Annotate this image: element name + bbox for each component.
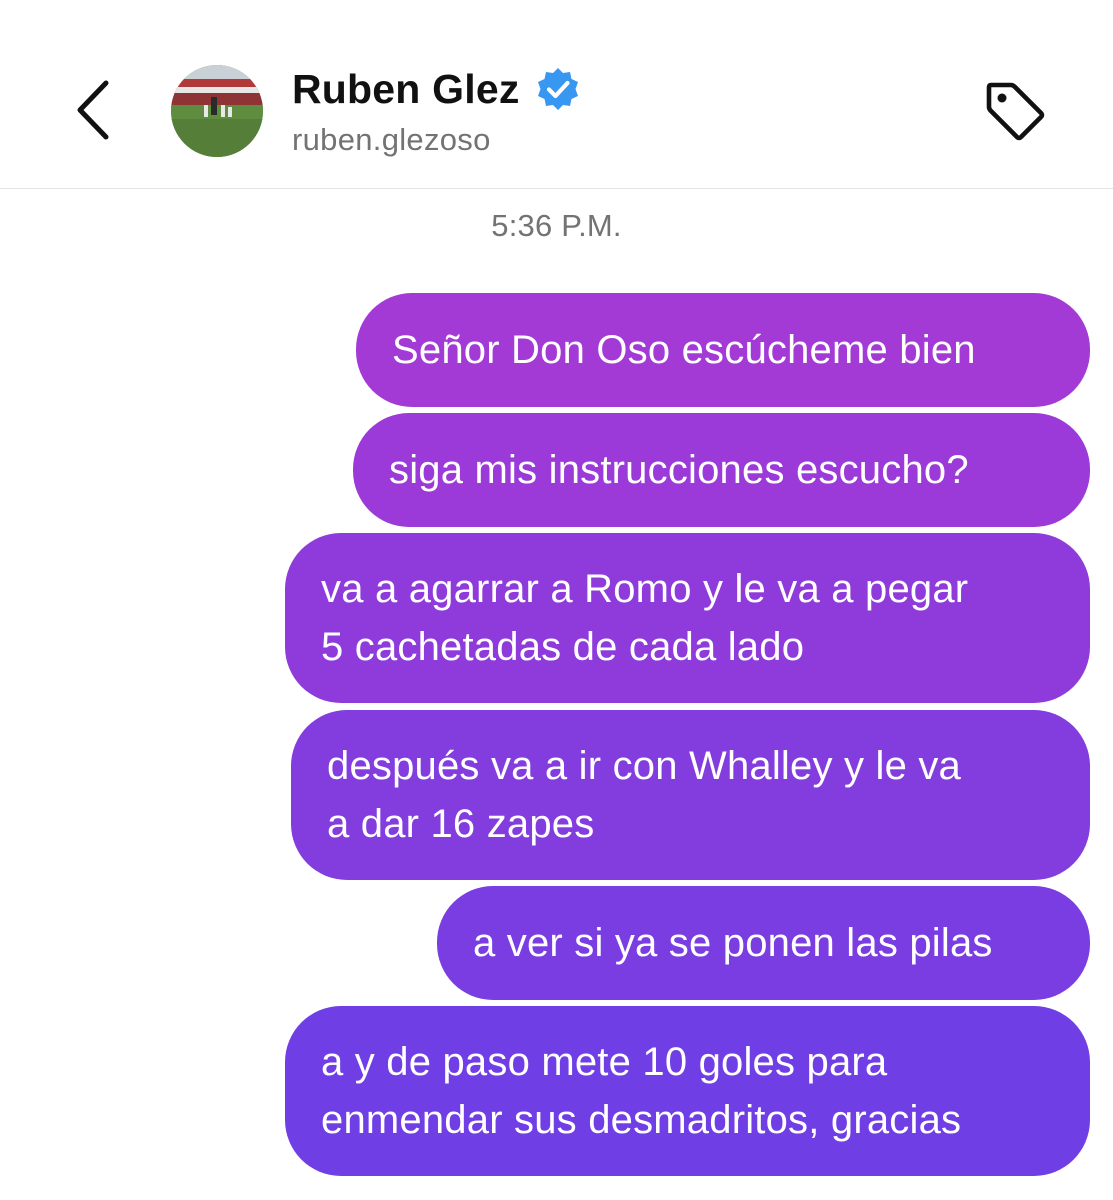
back-button[interactable] xyxy=(60,72,124,148)
chat-screen: Ruben Glez ruben.glezoso 5:36 P.M. Señor… xyxy=(0,0,1113,1200)
verified-badge-icon xyxy=(534,65,582,113)
chevron-left-icon xyxy=(77,80,109,140)
contact-username: ruben.glezoso xyxy=(292,122,491,157)
chat-header: Ruben Glez ruben.glezoso xyxy=(0,0,1113,189)
tag-icon xyxy=(986,82,1045,141)
avatar[interactable] xyxy=(171,65,263,157)
message-timestamp: 5:36 P.M. xyxy=(491,208,622,243)
message-bubble[interactable]: Señor Don Oso escúcheme bien xyxy=(356,293,1090,407)
contact-name: Ruben Glez xyxy=(292,65,520,112)
name-row[interactable]: Ruben Glez xyxy=(292,62,582,116)
tag-button[interactable] xyxy=(976,72,1054,150)
message-bubble[interactable]: va a agarrar a Romo y le va a pegar 5 ca… xyxy=(285,533,1090,703)
message-bubble[interactable]: después va a ir con Whalley y le va a da… xyxy=(291,710,1090,880)
avatar-image xyxy=(171,65,263,157)
message-bubble[interactable]: siga mis instrucciones escucho? xyxy=(353,413,1090,527)
message-bubble[interactable]: a ver si ya se ponen las pilas xyxy=(437,886,1090,1000)
message-bubble[interactable]: a y de paso mete 10 goles para enmendar … xyxy=(285,1006,1090,1176)
